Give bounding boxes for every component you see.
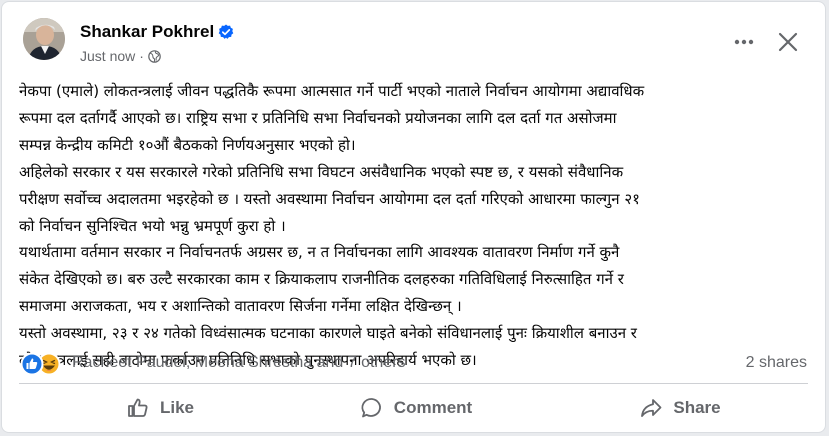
comment-button[interactable]: Comment — [351, 390, 481, 426]
meta-separator: · — [139, 48, 144, 64]
like-reaction-icon — [20, 352, 44, 376]
author-name[interactable]: Shankar Pokhrel — [80, 22, 214, 42]
like-button[interactable]: Like — [115, 390, 205, 426]
share-button[interactable]: Share — [634, 390, 726, 426]
post-text-line: यस्तो अवस्थामा, २३ र २४ गतेको विध्वंसात्… — [19, 324, 637, 343]
comment-icon — [361, 398, 381, 418]
post-card: Shankar Pokhrel Just now · नेकपा (एमाले)… — [1, 1, 826, 433]
more-options-button[interactable] — [730, 30, 758, 54]
reaction-names[interactable]: Racheet Paudel, Meena Shrestha and 7 oth… — [72, 354, 406, 372]
divider — [19, 383, 808, 384]
globe-icon[interactable] — [148, 49, 161, 63]
share-label: Share — [673, 398, 721, 417]
close-icon — [778, 32, 798, 52]
author-avatar[interactable] — [23, 18, 65, 60]
comment-label: Comment — [393, 398, 473, 417]
post-header: Shankar Pokhrel Just now · — [2, 2, 825, 76]
post-body: नेकपा (एमाले) लोकतन्त्रलाई जीवन पद्धतिकै… — [19, 78, 819, 374]
action-bar: Like Comment Share — [2, 388, 825, 428]
post-text-line: संकेत देखिएको छ। बरु उल्टै सरकारका काम र… — [19, 270, 624, 289]
post-text-line: यथार्थतामा वर्तमान सरकार न निर्वाचनतर्फ … — [19, 243, 620, 262]
post-timestamp[interactable]: Just now — [80, 48, 135, 64]
post-text-line: समाजमा अराजकता, भय र अशान्तिको वातावरण स… — [19, 297, 462, 316]
verified-badge-icon — [218, 24, 234, 39]
more-options-icon — [734, 39, 754, 45]
post-text-line: अहिलेको सरकार र यस सरकारले गरेको प्रतिनि… — [19, 162, 624, 181]
post-text-line: को निर्वाचन सुनिश्चित भयो भन्नु भ्रमपूर्… — [19, 216, 286, 235]
post-text-line: रूपमा दल दर्तागर्दै आएको छ। राष्ट्रिय सभ… — [19, 108, 617, 127]
like-icon — [128, 398, 148, 417]
post-text-line: सम्पन्न केन्द्रीय कमिटी १०औं बैठकको निर्… — [19, 135, 356, 154]
post-text-line: नेकपा (एमाले) लोकतन्त्रलाई जीवन पद्धतिकै… — [19, 82, 645, 100]
share-count[interactable]: 2 shares — [746, 354, 807, 372]
post-text-line: परीक्षण सर्वोच्च अदालतमा भइरहेको छ । यस्… — [19, 189, 640, 208]
reaction-icons[interactable] — [20, 352, 62, 376]
avatar-photo — [23, 18, 65, 60]
like-label: Like — [159, 398, 195, 417]
post-meta: Just now · — [80, 48, 161, 64]
close-button[interactable] — [774, 28, 802, 56]
reactions-bar: Racheet Paudel, Meena Shrestha and 7 oth… — [20, 351, 807, 377]
share-icon — [641, 399, 662, 417]
